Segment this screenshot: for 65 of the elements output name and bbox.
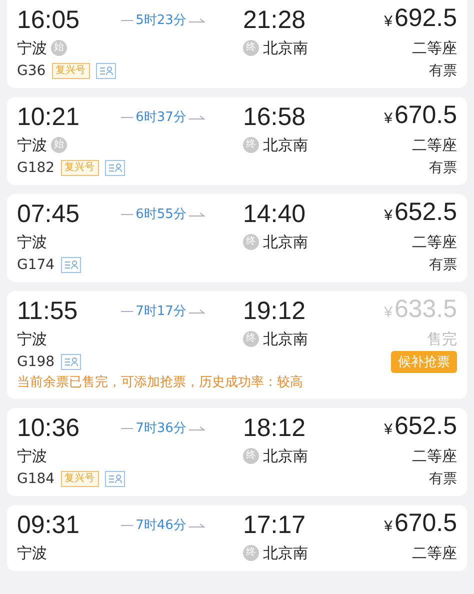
price: 652.5 <box>394 412 457 441</box>
ticket-availability: 有票 <box>429 159 457 177</box>
destination-station: 北京南 <box>263 232 308 253</box>
origin-station: 宁波 <box>17 135 47 156</box>
arrival-time: 14:40 <box>242 200 307 228</box>
currency-sign: ¥ <box>384 517 392 537</box>
origin-station: 宁波 <box>17 543 47 564</box>
destination-station: 北京南 <box>263 543 308 564</box>
sold-out-notice: 当前余票已售完，可添加抢票，历史成功率：较高 <box>17 374 304 392</box>
price: 670.5 <box>394 509 457 538</box>
train-number: G184 <box>17 470 55 489</box>
destination-station: 北京南 <box>263 329 308 350</box>
currency-sign: ¥ <box>384 420 392 440</box>
train-number: G174 <box>17 256 55 275</box>
train-number: G182 <box>17 159 55 178</box>
seat-class: 二等座 <box>412 38 457 59</box>
train-number: G36 <box>17 62 46 81</box>
destination-station: 北京南 <box>263 38 308 59</box>
destination-station: 北京南 <box>263 135 308 156</box>
departure-time: 09:31 <box>17 510 81 540</box>
seat-class: 二等座 <box>412 232 457 253</box>
train-tag: 复兴号 <box>52 63 90 79</box>
ticket-availability: 有票 <box>429 470 457 488</box>
seat-selection-icon <box>60 257 81 273</box>
currency-sign: ¥ <box>384 206 392 226</box>
seat-selection-icon <box>104 160 125 176</box>
duration: 7时17分 <box>136 303 186 320</box>
arrival-time: 19:12 <box>242 296 307 326</box>
seat-class: 二等座 <box>412 446 457 467</box>
departure-time: 11:55 <box>17 296 79 326</box>
currency-sign: ¥ <box>384 109 392 129</box>
duration: 6时37分 <box>136 109 186 126</box>
arrival-time: 18:12 <box>242 414 307 442</box>
arrival-time: 16:58 <box>242 102 307 132</box>
duration: 6时55分 <box>136 206 186 223</box>
origin-station: 宁波 <box>17 232 47 253</box>
currency-sign: ¥ <box>384 303 392 323</box>
ticket-availability: 有票 <box>429 256 457 274</box>
destination-station: 北京南 <box>263 446 308 467</box>
seat-selection-icon <box>96 63 116 79</box>
arrival-time: 17:17 <box>242 510 307 540</box>
currency-sign: ¥ <box>384 12 392 32</box>
duration: 5时23分 <box>136 12 186 29</box>
duration: 7时46分 <box>136 517 186 534</box>
train-tag: 复兴号 <box>60 160 99 176</box>
arrival-time: 21:28 <box>242 6 307 34</box>
departure-time: 10:21 <box>17 102 81 132</box>
departure-time: 16:05 <box>17 6 81 34</box>
train-number: G198 <box>17 353 55 372</box>
train-tag: 复兴号 <box>60 471 99 487</box>
origin-station: 宁波 <box>17 329 47 350</box>
departure-time: 07:45 <box>17 200 81 228</box>
origin-station: 宁波 <box>17 446 47 467</box>
duration: 7时36分 <box>136 420 186 437</box>
seat-selection-icon <box>60 354 81 370</box>
price: 692.5 <box>394 4 457 33</box>
departure-time: 10:36 <box>17 414 81 442</box>
ticket-availability: 有票 <box>429 62 457 80</box>
price: 652.5 <box>394 198 457 227</box>
seat-selection-icon <box>104 471 125 487</box>
seat-class: 二等座 <box>412 543 457 564</box>
seat-class: 二等座 <box>412 135 457 156</box>
origin-station: 宁波 <box>17 38 47 59</box>
seat-class: 售完 <box>427 329 457 350</box>
price: 670.5 <box>394 101 457 130</box>
